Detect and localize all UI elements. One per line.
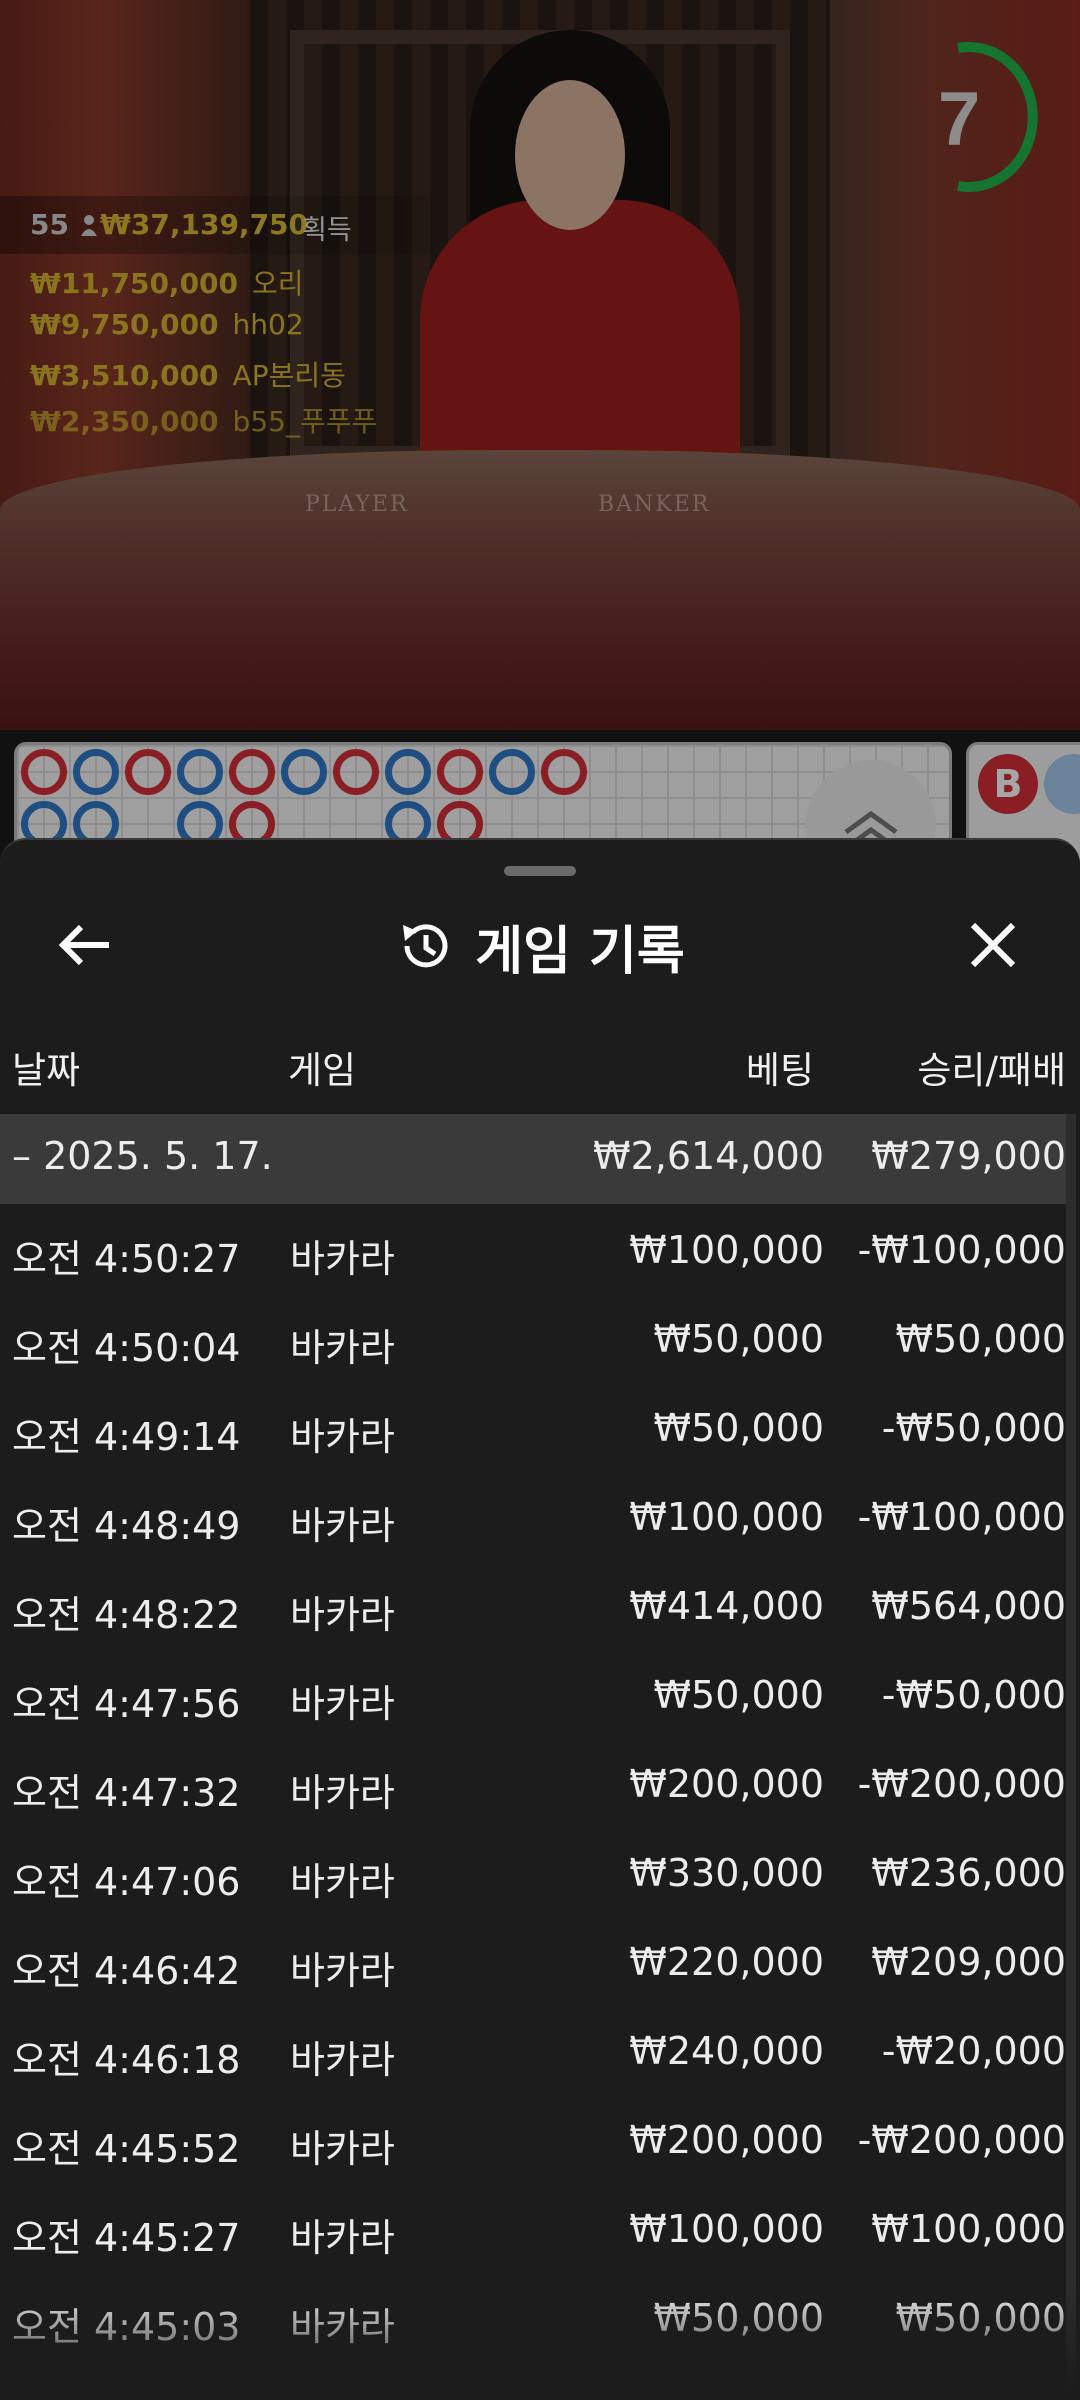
row-bet: ₩100,000 bbox=[629, 2207, 824, 2251]
date-group-bet: ₩2,614,000 bbox=[593, 1134, 824, 1178]
history-row[interactable]: 오전 4:48:22 바카라 ₩414,000 ₩564,000 bbox=[0, 1562, 1066, 1651]
backdrop-dim[interactable] bbox=[0, 0, 1080, 860]
row-bet: ₩414,000 bbox=[629, 1584, 824, 1628]
column-header-date: 날짜 bbox=[12, 1049, 81, 1092]
row-game: 바카라 bbox=[290, 1415, 395, 1459]
close-icon bbox=[970, 922, 1016, 968]
date-group-label: – 2025. 5. 17. bbox=[12, 1134, 273, 1178]
row-time: 오전 4:45:27 bbox=[12, 2216, 241, 2260]
row-game: 바카라 bbox=[290, 2216, 395, 2260]
history-row[interactable]: 오전 4:47:32 바카라 ₩200,000 -₩200,000 bbox=[0, 1740, 1066, 1829]
row-bet: ₩200,000 bbox=[629, 1762, 824, 1806]
row-bet: ₩50,000 bbox=[653, 1673, 824, 1717]
row-time: 오전 4:47:06 bbox=[12, 1860, 241, 1904]
row-result: -₩200,000 bbox=[857, 2118, 1066, 2162]
row-bet: ₩50,000 bbox=[653, 1317, 824, 1361]
date-group-result: ₩279,000 bbox=[871, 1134, 1066, 1178]
row-game: 바카라 bbox=[290, 1504, 395, 1548]
row-result: -₩20,000 bbox=[881, 2029, 1066, 2073]
row-game: 바카라 bbox=[290, 1237, 395, 1281]
row-bet: ₩200,000 bbox=[629, 2118, 824, 2162]
row-game: 바카라 bbox=[290, 1860, 395, 1904]
row-time: 오전 4:48:22 bbox=[12, 1593, 241, 1637]
row-time: 오전 4:46:18 bbox=[12, 2038, 241, 2082]
date-group-row[interactable]: – 2025. 5. 17. ₩2,614,000 ₩279,000 bbox=[0, 1114, 1068, 1204]
game-history-sheet: 게임 기록 날짜 게임 베팅 승리/패배 – 2025. 5. 17. ₩2,6… bbox=[0, 838, 1080, 2400]
row-result: -₩100,000 bbox=[857, 1495, 1066, 1539]
list-fade-overlay bbox=[0, 2290, 1080, 2400]
history-row[interactable]: 오전 4:46:18 바카라 ₩240,000 -₩20,000 bbox=[0, 2007, 1066, 2096]
sheet-title: 게임 기록 bbox=[475, 921, 685, 982]
row-time: 오전 4:49:14 bbox=[12, 1415, 241, 1459]
row-result: ₩236,000 bbox=[871, 1851, 1066, 1895]
close-button[interactable] bbox=[958, 910, 1028, 980]
row-time: 오전 4:50:27 bbox=[12, 1237, 241, 1281]
row-result: ₩100,000 bbox=[871, 2207, 1066, 2251]
row-result: ₩564,000 bbox=[871, 1584, 1066, 1628]
row-game: 바카라 bbox=[290, 1949, 395, 1993]
history-row[interactable]: 오전 4:47:56 바카라 ₩50,000 -₩50,000 bbox=[0, 1651, 1066, 1740]
row-time: 오전 4:48:49 bbox=[12, 1504, 241, 1548]
row-bet: ₩50,000 bbox=[653, 1406, 824, 1450]
history-clock-icon bbox=[403, 924, 448, 968]
row-time: 오전 4:47:56 bbox=[12, 1682, 241, 1726]
history-row[interactable]: 오전 4:50:27 바카라 ₩100,000 -₩100,000 bbox=[0, 1206, 1066, 1295]
history-row[interactable]: 오전 4:49:14 바카라 ₩50,000 -₩50,000 bbox=[0, 1384, 1066, 1473]
history-row[interactable]: 오전 4:48:49 바카라 ₩100,000 -₩100,000 bbox=[0, 1473, 1066, 1562]
history-row[interactable]: 오전 4:50:04 바카라 ₩50,000 ₩50,000 bbox=[0, 1295, 1066, 1384]
history-row[interactable]: 오전 4:47:06 바카라 ₩330,000 ₩236,000 bbox=[0, 1829, 1066, 1918]
row-bet: ₩220,000 bbox=[629, 1940, 824, 1984]
sheet-header: 게임 기록 bbox=[0, 906, 1080, 986]
history-row[interactable]: 오전 4:45:52 바카라 ₩200,000 -₩200,000 bbox=[0, 2096, 1066, 2185]
row-result: ₩50,000 bbox=[895, 1317, 1066, 1361]
row-time: 오전 4:45:52 bbox=[12, 2127, 241, 2171]
row-game: 바카라 bbox=[290, 1593, 395, 1637]
row-result: -₩200,000 bbox=[857, 1762, 1066, 1806]
row-bet: ₩100,000 bbox=[629, 1495, 824, 1539]
row-game: 바카라 bbox=[290, 1326, 395, 1370]
drag-handle[interactable] bbox=[504, 866, 576, 876]
column-header-game: 게임 bbox=[288, 1049, 357, 1092]
row-result: ₩209,000 bbox=[871, 1940, 1066, 1984]
scrollbar[interactable] bbox=[1066, 1114, 1076, 2400]
row-result: -₩50,000 bbox=[881, 1673, 1066, 1717]
row-bet: ₩240,000 bbox=[629, 2029, 824, 2073]
row-result: -₩50,000 bbox=[881, 1406, 1066, 1450]
row-bet: ₩100,000 bbox=[629, 1228, 824, 1272]
column-header-result: 승리/패배 bbox=[917, 1049, 1066, 1092]
history-row[interactable]: 오전 4:45:27 바카라 ₩100,000 ₩100,000 bbox=[0, 2185, 1066, 2274]
row-game: 바카라 bbox=[290, 1771, 395, 1815]
row-game: 바카라 bbox=[290, 2038, 395, 2082]
row-result: -₩100,000 bbox=[857, 1228, 1066, 1272]
row-time: 오전 4:46:42 bbox=[12, 1949, 241, 1993]
column-header-bet: 베팅 bbox=[745, 1049, 814, 1092]
history-row[interactable]: 오전 4:46:42 바카라 ₩220,000 ₩209,000 bbox=[0, 1918, 1066, 2007]
row-bet: ₩330,000 bbox=[629, 1851, 824, 1895]
row-time: 오전 4:50:04 bbox=[12, 1326, 241, 1370]
row-game: 바카라 bbox=[290, 2127, 395, 2171]
row-game: 바카라 bbox=[290, 1682, 395, 1726]
row-time: 오전 4:47:32 bbox=[12, 1771, 241, 1815]
